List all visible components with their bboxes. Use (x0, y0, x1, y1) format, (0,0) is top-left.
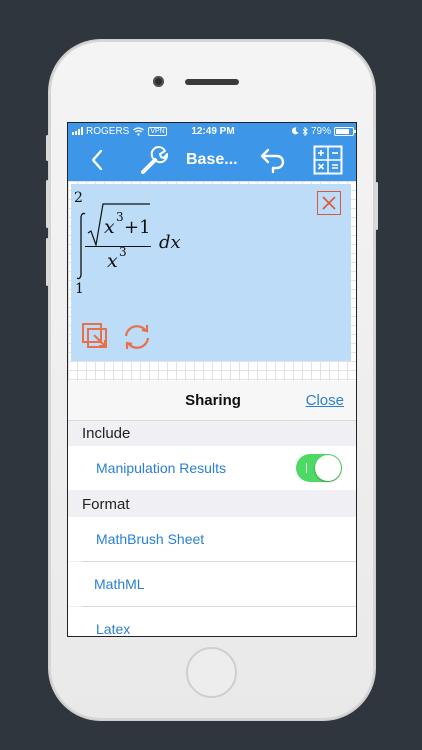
format-option-label: Latex (96, 621, 131, 637)
phone-side-button (46, 135, 49, 161)
carrier-name: ROGERS (86, 125, 130, 137)
wrench-icon (141, 146, 169, 174)
format-option-label: MathBrush Sheet (96, 531, 205, 547)
wifi-icon (133, 126, 145, 136)
toggle-knob (315, 455, 341, 481)
sheet-header: Sharing Close (68, 381, 356, 421)
fraction-bar (85, 246, 151, 247)
calculator-icon (313, 145, 343, 175)
calculator-button[interactable] (312, 144, 344, 176)
close-sheet-button[interactable]: Close (306, 392, 344, 409)
app-screen: ROGERS VPN 12:49 PM 79% Base... 2 1 x 3 … (67, 122, 357, 637)
back-chevron-icon (91, 149, 103, 171)
radicand-exponent: 3 (116, 210, 124, 224)
sharing-sheet: Sharing Close Include Manipulation Resul… (68, 381, 356, 637)
format-option-label: MathML (94, 576, 145, 592)
manipulation-results-label: Manipulation Results (96, 460, 226, 476)
battery-icon (334, 126, 356, 136)
close-icon (322, 196, 336, 210)
status-bar: ROGERS VPN 12:49 PM 79% (68, 123, 356, 139)
format-option-latex[interactable]: Latex (68, 607, 356, 637)
format-option-mathml[interactable]: MathML (68, 562, 356, 606)
denominator-exponent: 3 (119, 245, 127, 259)
manipulation-results-row: Manipulation Results (68, 446, 356, 490)
denominator-base: x (107, 250, 118, 272)
integral-lower-limit: 1 (75, 281, 84, 297)
toolbar-title: Base... (186, 151, 238, 168)
refresh-icon (124, 325, 150, 349)
format-option-mathbrush-sheet[interactable]: MathBrush Sheet (68, 517, 356, 561)
back-button[interactable] (86, 148, 108, 172)
bluetooth-icon (302, 126, 308, 136)
phone-volume-up (46, 180, 49, 228)
include-section-header: Include (82, 425, 131, 442)
toggle-on-mark (306, 463, 307, 473)
home-button[interactable] (186, 647, 237, 698)
expression-selection[interactable]: 2 1 x 3 +1 x 3 dx (71, 184, 351, 361)
copy-icon (82, 323, 107, 348)
differential: dx (159, 232, 181, 253)
app-toolbar: Base... (68, 139, 356, 181)
manipulation-results-toggle[interactable] (296, 454, 342, 482)
undo-button[interactable] (256, 145, 286, 175)
undo-arrow-icon (260, 148, 285, 174)
copy-button[interactable] (81, 322, 111, 352)
refresh-button[interactable] (121, 322, 153, 352)
vpn-badge: VPN (148, 126, 167, 136)
phone-volume-down (46, 238, 49, 286)
moon-icon (291, 127, 299, 135)
radicand-tail: +1 (124, 217, 151, 238)
battery-percent: 79% (310, 125, 331, 137)
phone-power-button (375, 182, 378, 230)
front-camera (153, 76, 164, 87)
integral-upper-limit: 2 (74, 190, 83, 206)
delete-expression-button[interactable] (317, 191, 341, 215)
status-right: 79% (291, 125, 356, 137)
settings-button[interactable] (138, 144, 172, 176)
earpiece-speaker (185, 79, 239, 85)
format-section-header: Format (82, 496, 130, 513)
radicand-base: x (104, 216, 115, 238)
signal-strength-icon (72, 127, 83, 135)
math-canvas[interactable]: 2 1 x 3 +1 x 3 dx (68, 181, 356, 381)
